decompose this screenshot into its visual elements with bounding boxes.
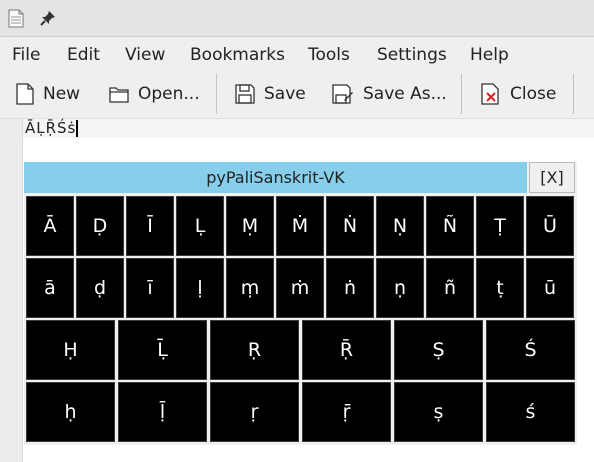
text-caret [76,120,78,137]
save-label: Save [264,84,306,104]
keyboard-close-button[interactable]: [X] [529,162,575,193]
menu-settings[interactable]: Settings [377,45,447,65]
keyboard-title-bar: pyPaliSanskrit-VK [24,162,527,193]
key-row1-3[interactable]: Ḷ [176,196,224,256]
key-row3-4[interactable]: Ṣ [394,320,483,380]
key-row2-5[interactable]: ṁ [276,258,324,318]
key-row1-6[interactable]: Ṅ [326,196,374,256]
menu-view[interactable]: View [125,45,165,65]
current-line-highlight [23,119,594,138]
virtual-keyboard-panel: pyPaliSanskrit-VK [X] ĀḌĪḶṂṀṄṆÑṬŪāḍīḷṃṁṅ… [24,162,577,445]
key-row3-2[interactable]: Ṛ [210,320,299,380]
line-gutter [0,119,23,462]
document-icon [8,9,24,32]
key-row4-4[interactable]: ṣ [394,382,483,442]
key-row1-5[interactable]: Ṁ [276,196,324,256]
key-row3-3[interactable]: Ṝ [302,320,391,380]
key-row1-2[interactable]: Ī [126,196,174,256]
toolbar-separator [461,74,462,114]
new-document-icon [16,83,34,105]
open-label: Open... [138,84,200,104]
key-row2-0[interactable]: ā [26,258,74,318]
key-row1-7[interactable]: Ṇ [376,196,424,256]
key-row3-5[interactable]: Ś [486,320,575,380]
key-row1-9[interactable]: Ṭ [476,196,524,256]
key-row2-9[interactable]: ṭ [476,258,524,318]
toolbar-separator [573,74,574,114]
save-as-button[interactable]: Save As... [332,78,447,110]
save-button[interactable]: Save [235,78,306,110]
key-row4-0[interactable]: ḥ [26,382,115,442]
key-row1-1[interactable]: Ḍ [76,196,124,256]
save-as-label: Save As... [363,84,447,104]
menu-help[interactable]: Help [470,45,509,65]
key-row2-6[interactable]: ṅ [326,258,374,318]
pin-icon[interactable] [40,10,56,30]
close-button[interactable]: Close [481,78,556,110]
key-row3-1[interactable]: Ḹ [118,320,207,380]
key-row3-0[interactable]: Ḥ [26,320,115,380]
keyboard-title: pyPaliSanskrit-VK [206,168,345,187]
key-row2-7[interactable]: ṇ [376,258,424,318]
editor-content[interactable]: ĀḶṜŚṡ [25,119,76,138]
key-row4-2[interactable]: ṛ [210,382,299,442]
key-row2-10[interactable]: ū [526,258,574,318]
menu-edit[interactable]: Edit [67,45,100,65]
key-row1-10[interactable]: Ū [526,196,574,256]
key-row1-0[interactable]: Ā [26,196,74,256]
key-row2-2[interactable]: ī [126,258,174,318]
new-button[interactable]: New [16,78,80,110]
key-row2-8[interactable]: ñ [426,258,474,318]
menu-file[interactable]: File [12,45,40,65]
key-row1-8[interactable]: Ñ [426,196,474,256]
key-row2-3[interactable]: ḷ [176,258,224,318]
close-document-icon [481,83,499,105]
key-row4-3[interactable]: ṝ [302,382,391,442]
save-disk-icon [235,84,255,104]
close-label: Close [510,84,557,104]
toolbar: New Open... Save Save As... Close [0,70,594,119]
key-row2-4[interactable]: ṃ [226,258,274,318]
key-row4-5[interactable]: ś [486,382,575,442]
title-bar [0,0,594,37]
open-button[interactable]: Open... [109,78,200,110]
key-row1-4[interactable]: Ṃ [226,196,274,256]
menu-bookmarks[interactable]: Bookmarks [190,45,285,65]
new-label: New [43,84,81,104]
key-row4-1[interactable]: ḹ [118,382,207,442]
menu-bar: File Edit View Bookmarks Tools Settings … [0,37,594,70]
folder-open-icon [109,87,129,103]
toolbar-separator [216,74,217,114]
key-row2-1[interactable]: ḍ [76,258,124,318]
menu-tools[interactable]: Tools [308,45,350,65]
save-as-icon [332,84,353,104]
